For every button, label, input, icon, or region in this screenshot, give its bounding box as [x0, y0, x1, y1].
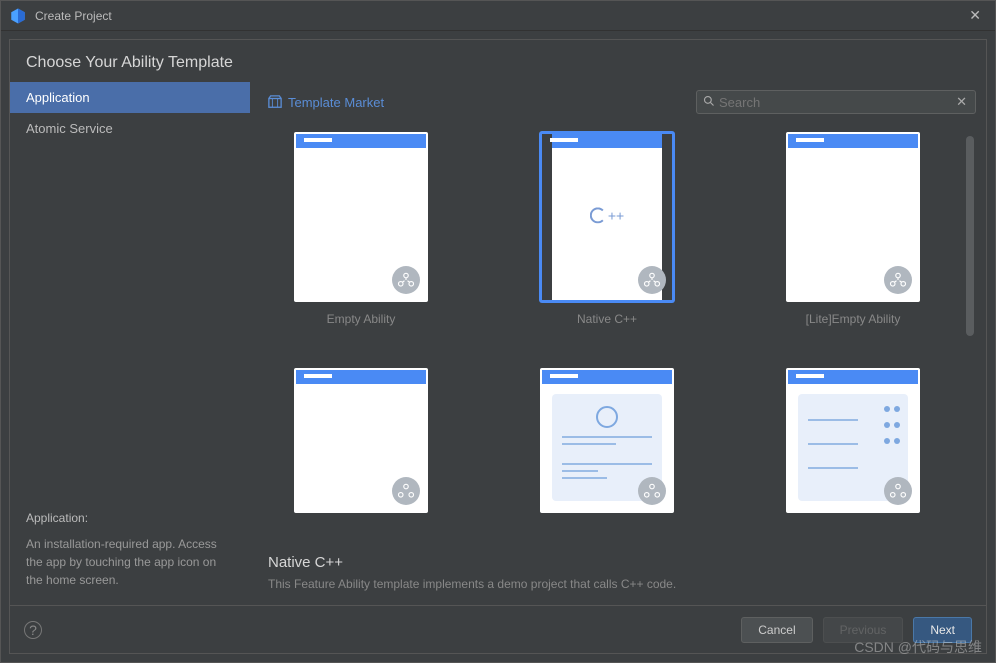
main-top-bar: Template Market ✕ — [268, 82, 976, 128]
search-icon — [703, 95, 715, 110]
template-empty-ability[interactable]: Empty Ability — [268, 132, 454, 348]
selected-template-detail: Native C++ This Feature Ability template… — [268, 544, 976, 605]
template-grid: Empty Ability ++ Native C++ — [268, 128, 976, 544]
template-label: Empty Ability — [327, 312, 396, 326]
cancel-button[interactable]: Cancel — [741, 617, 812, 643]
template-market-link[interactable]: Template Market — [268, 95, 384, 110]
template-native-cpp[interactable]: ++ Native C++ — [514, 132, 700, 348]
page-title: Choose Your Ability Template — [10, 40, 986, 82]
cpp-icon: ++ — [590, 207, 624, 223]
template-market-label: Template Market — [288, 95, 384, 110]
template-label: Native C++ — [577, 312, 637, 326]
window-title: Create Project — [35, 9, 963, 23]
template-preview-dots — [884, 406, 900, 444]
sidebar-description: Application: An installation-required ap… — [10, 495, 250, 605]
previous-button: Previous — [823, 617, 904, 643]
sidebar-description-text: An installation-required app. Access the… — [26, 535, 234, 589]
market-icon — [268, 95, 282, 109]
search-box[interactable]: ✕ — [696, 90, 976, 114]
template-thumb[interactable] — [786, 132, 920, 302]
template-thumb[interactable] — [786, 368, 920, 513]
template-row2-a[interactable] — [268, 368, 454, 535]
sidebar-item-label: Application — [26, 90, 90, 105]
create-project-window: Create Project ✕ Choose Your Ability Tem… — [0, 0, 996, 663]
template-thumb[interactable]: ++ — [540, 132, 674, 302]
titlebar: Create Project ✕ — [1, 1, 995, 31]
template-badge-icon — [884, 266, 912, 294]
sidebar-spacer — [10, 144, 250, 495]
sidebar: Application Atomic Service Application: … — [10, 82, 250, 605]
template-badge-icon — [392, 266, 420, 294]
close-icon[interactable]: ✕ — [963, 7, 987, 24]
template-badge-icon — [392, 477, 420, 505]
main-panel: Template Market ✕ — [250, 82, 986, 605]
template-lite-empty-ability[interactable]: [Lite]Empty Ability — [760, 132, 946, 348]
template-thumb[interactable] — [540, 368, 674, 513]
template-thumb[interactable] — [294, 368, 428, 513]
sidebar-item-atomic-service[interactable]: Atomic Service — [10, 113, 250, 144]
template-scrollbar[interactable] — [966, 136, 974, 536]
template-row2-c[interactable] — [760, 368, 946, 535]
template-label: [Lite]Empty Ability — [806, 312, 901, 326]
template-thumb[interactable] — [294, 132, 428, 302]
search-input[interactable] — [719, 95, 954, 110]
template-grid-wrap: Empty Ability ++ Native C++ — [268, 128, 976, 544]
template-row2-b[interactable] — [514, 368, 700, 535]
template-badge-icon — [638, 266, 666, 294]
sidebar-list: Application Atomic Service — [10, 82, 250, 144]
next-button[interactable]: Next — [913, 617, 972, 643]
sidebar-item-application[interactable]: Application — [10, 82, 250, 113]
sidebar-description-title: Application: — [26, 511, 234, 525]
template-badge-icon — [884, 477, 912, 505]
search-clear-icon[interactable]: ✕ — [954, 94, 969, 110]
dialog-inner: Choose Your Ability Template Application… — [9, 39, 987, 654]
scrollbar-handle[interactable] — [966, 136, 974, 336]
template-badge-icon — [638, 477, 666, 505]
sidebar-item-label: Atomic Service — [26, 121, 113, 136]
dialog-body: Application Atomic Service Application: … — [10, 82, 986, 605]
detail-title: Native C++ — [268, 554, 976, 571]
detail-description: This Feature Ability template implements… — [268, 577, 976, 591]
app-logo-icon — [9, 7, 27, 25]
dialog-footer: ? Cancel Previous Next — [10, 605, 986, 653]
help-icon[interactable]: ? — [24, 621, 42, 639]
